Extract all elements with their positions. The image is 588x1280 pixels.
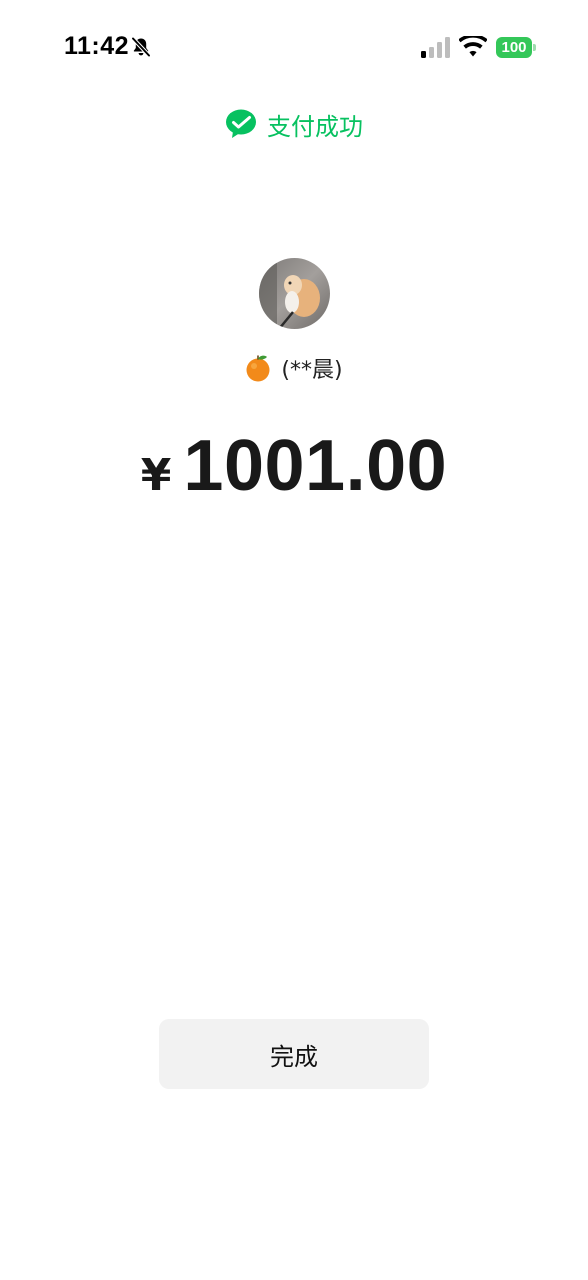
payee-row: (**晨) <box>0 350 588 386</box>
status-time: 11:42 <box>64 32 130 60</box>
done-button[interactable]: 完成 <box>159 1019 429 1089</box>
avatar-photo <box>259 258 330 329</box>
currency-symbol: ¥ <box>140 450 172 501</box>
battery-level: 100 <box>496 37 532 58</box>
wifi-icon <box>459 36 487 57</box>
orange-fruit-icon <box>246 355 270 382</box>
page-title: 支付成功 <box>267 112 363 141</box>
bell-slash-icon <box>131 37 151 57</box>
payment-success-screen: 11:42 100 支付成功 (**晨) ¥ 1001.00 完成 <box>0 0 588 1280</box>
cellular-signal-icon <box>421 37 450 58</box>
done-button-label: 完成 <box>270 1042 318 1071</box>
payee-name: (**晨) <box>281 358 343 383</box>
payment-header: 支付成功 <box>0 104 588 144</box>
battery-icon: 100 <box>496 37 536 58</box>
amount-value: 1001.00 <box>183 426 448 506</box>
battery-tip <box>533 44 536 51</box>
payment-amount: ¥ 1001.00 <box>0 425 588 515</box>
avatar <box>259 258 330 329</box>
wechat-pay-icon <box>226 109 256 138</box>
status-bar: 11:42 100 <box>0 0 588 96</box>
